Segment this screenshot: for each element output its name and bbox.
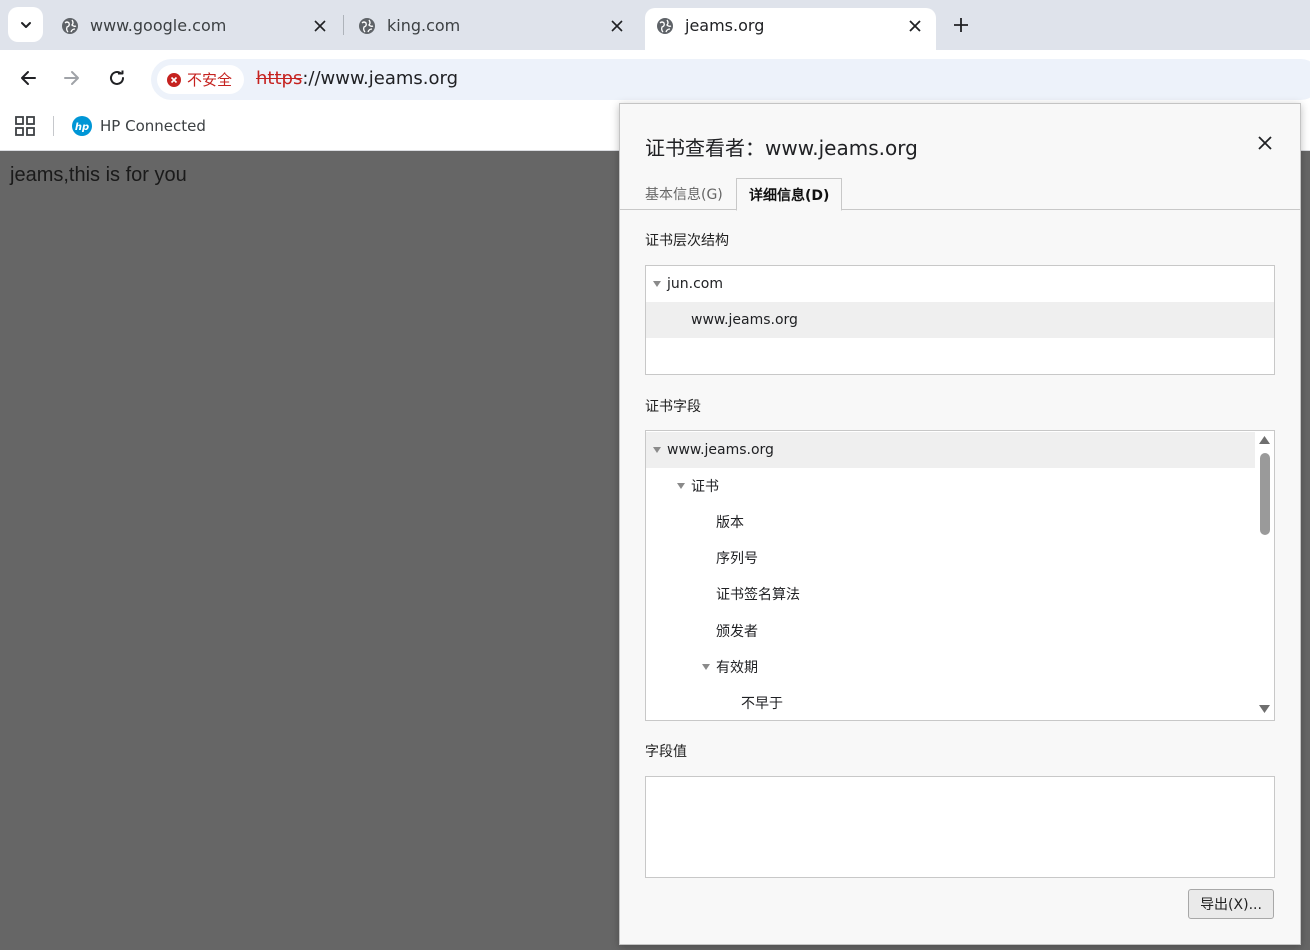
field-value-box[interactable] (645, 776, 1275, 878)
url-scheme: https (256, 68, 303, 89)
close-tab-button[interactable] (608, 17, 626, 35)
tree-row[interactable]: 证书签名算法 (646, 576, 1255, 612)
close-icon (909, 20, 921, 32)
tab-title: www.google.com (90, 16, 227, 35)
arrow-left-icon (21, 71, 36, 85)
export-button[interactable]: 导出(X)... (1188, 889, 1274, 919)
tree-row[interactable]: 有效期 (646, 649, 1255, 685)
field-value-label: 字段值 (645, 744, 687, 760)
address-bar[interactable]: 不安全 https://www.jeams.org (151, 59, 1310, 100)
bookmark-label: HP Connected (100, 117, 206, 135)
security-label: 不安全 (187, 71, 233, 89)
tree-row-label: 证书签名算法 (716, 587, 800, 603)
close-icon (314, 20, 326, 32)
chevron-down-icon (20, 21, 31, 28)
tree-row[interactable]: www.jeams.org (646, 432, 1255, 468)
back-button[interactable] (14, 64, 42, 92)
bookmark-hp-connected[interactable]: hp HP Connected (72, 113, 206, 139)
expand-triangle-icon[interactable] (652, 279, 662, 289)
tree-row-label: 颁发者 (716, 624, 758, 640)
scroll-up-arrow-icon[interactable] (1258, 435, 1271, 445)
tab-search-button[interactable] (8, 7, 43, 42)
certificate-viewer-dialog: 证书查看者：www.jeams.org 基本信息(G) 详细信息(D) 证书层次… (619, 103, 1301, 945)
url-text[interactable]: https://www.jeams.org (256, 68, 458, 89)
tree-row[interactable]: 序列号 (646, 540, 1255, 576)
dialog-title: 证书查看者：www.jeams.org (645, 136, 918, 160)
security-chip[interactable]: 不安全 (157, 65, 245, 94)
tab-jeams-active[interactable]: jeams.org (645, 8, 936, 50)
globe-icon (657, 18, 673, 34)
hierarchy-label: 证书层次结构 (645, 233, 729, 249)
expand-triangle-icon[interactable] (676, 481, 686, 491)
tab-separator (343, 15, 344, 35)
tree-row-label: www.jeams.org (691, 312, 798, 328)
fields-label: 证书字段 (645, 399, 701, 415)
svg-text:hp: hp (75, 122, 89, 133)
hp-logo-icon: hp (72, 116, 92, 136)
tree-row[interactable]: jun.com (646, 266, 1274, 302)
tree-row-label: 序列号 (716, 551, 758, 567)
tab-king[interactable]: king.com (358, 8, 633, 50)
tree-row-label: 版本 (716, 515, 744, 531)
globe-icon (62, 18, 78, 34)
tree-row[interactable]: www.jeams.org (646, 302, 1274, 338)
expand-triangle-icon[interactable] (652, 445, 662, 455)
toolbar: 不安全 https://www.jeams.org (0, 50, 1310, 105)
reload-icon (110, 70, 124, 85)
error-circle-icon (167, 72, 181, 87)
tab-title: king.com (387, 16, 461, 35)
tab-strip: www.google.com king.com jeams.org (0, 0, 1310, 50)
dialog-tabs: 基本信息(G) 详细信息(D) (620, 178, 1300, 211)
tree-row-label: 证书 (691, 479, 719, 495)
close-tab-button[interactable] (311, 17, 329, 35)
tab-general[interactable]: 基本信息(G) (633, 178, 735, 210)
expand-triangle-icon[interactable] (701, 662, 711, 672)
apps-grid-icon[interactable] (14, 115, 36, 137)
close-icon (611, 20, 623, 32)
arrow-right-icon (64, 71, 79, 85)
certificate-fields-tree[interactable]: www.jeams.org 证书 版本 序列号 证书签名算法 颁发者 有效期 不… (645, 430, 1275, 721)
close-tab-button[interactable] (906, 17, 924, 35)
page-body-text: jeams,this is for you (10, 164, 187, 186)
bookmark-separator (53, 116, 54, 136)
forward-button[interactable] (58, 64, 86, 92)
dialog-close-button[interactable] (1254, 132, 1276, 154)
url-host: ://www.jeams.org (302, 68, 459, 89)
plus-icon (954, 18, 968, 32)
scrollbar-thumb[interactable] (1260, 453, 1270, 535)
new-tab-button[interactable] (948, 12, 974, 38)
fields-scrollbar[interactable] (1255, 431, 1274, 720)
close-icon (1258, 136, 1272, 150)
scroll-down-arrow-icon[interactable] (1258, 704, 1271, 714)
tab-details[interactable]: 详细信息(D) (736, 178, 843, 211)
tree-row[interactable]: 不早于 (646, 685, 1255, 720)
tree-row[interactable]: 证书 (646, 468, 1255, 504)
tree-row[interactable]: 颁发者 (646, 613, 1255, 649)
tree-row-label: www.jeams.org (667, 442, 774, 458)
reload-button[interactable] (103, 64, 131, 92)
certificate-hierarchy-tree[interactable]: jun.com www.jeams.org (645, 265, 1275, 375)
tab-title: jeams.org (685, 16, 765, 35)
tab-google[interactable]: www.google.com (61, 8, 336, 50)
tree-row-label: 不早于 (741, 696, 783, 712)
tree-row-label: jun.com (667, 276, 723, 292)
tree-row-label: 有效期 (716, 660, 758, 676)
globe-icon (359, 18, 375, 34)
tree-row[interactable]: 版本 (646, 504, 1255, 540)
